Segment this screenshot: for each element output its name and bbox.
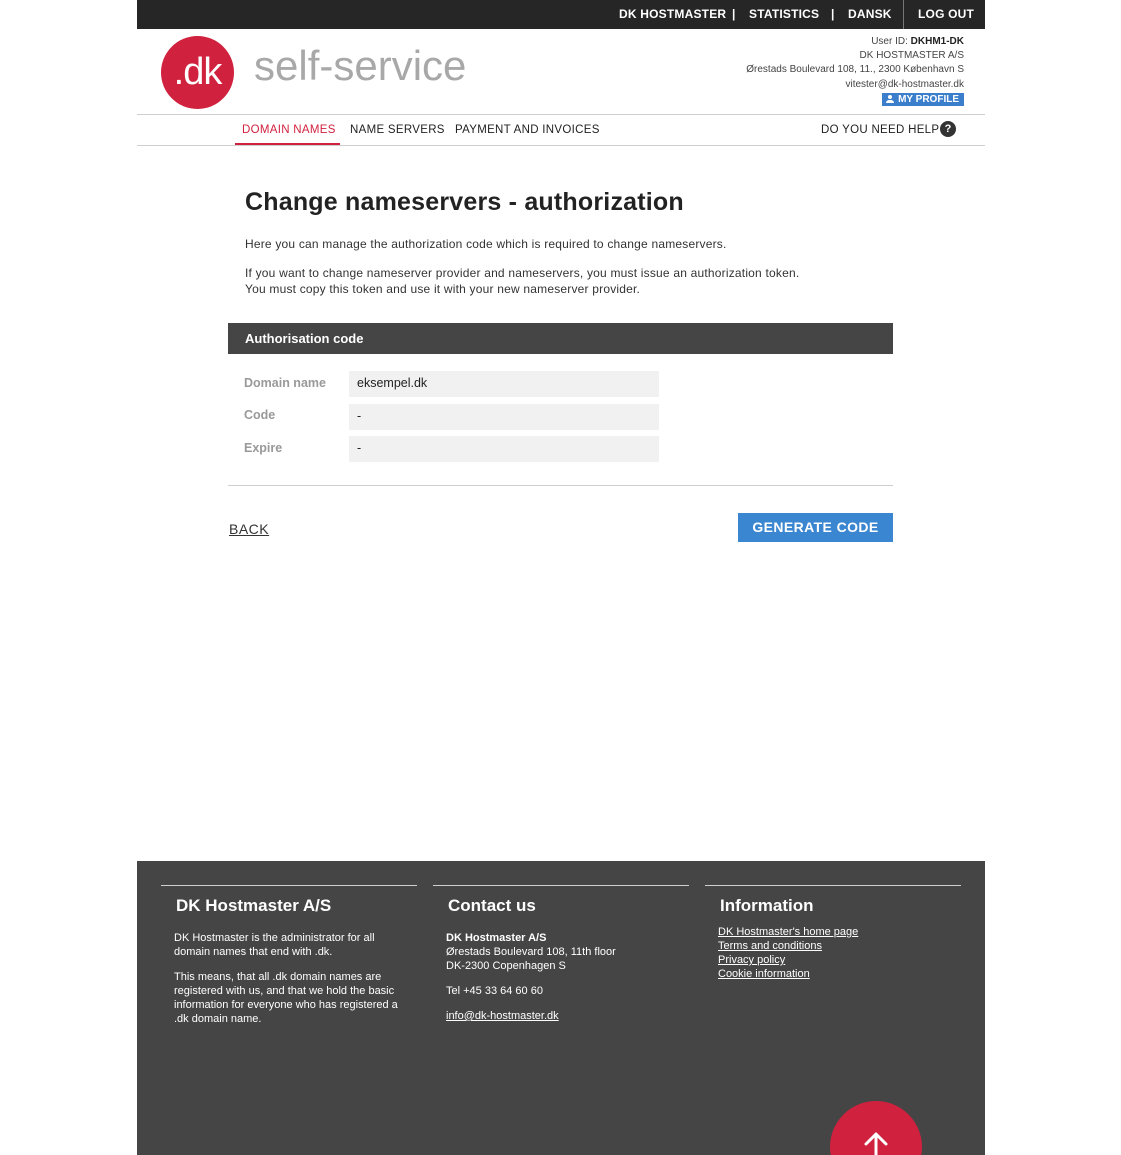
footer-col-information: Information DK Hostmaster's home page Te… [705, 885, 961, 981]
user-email: vitester@dk-hostmaster.dk [845, 78, 964, 90]
footer-street: Ørestads Boulevard 108, 11th floor [446, 946, 616, 958]
expire-label: Expire [244, 441, 283, 455]
dk-logo[interactable]: .dk [161, 36, 234, 109]
footer-email-link[interactable]: info@dk-hostmaster.dk [446, 1009, 681, 1023]
separator: | [831, 7, 835, 21]
footer-links: DK Hostmaster's home page Terms and cond… [718, 925, 953, 981]
auth-panel-header: Authorisation code [228, 323, 893, 354]
top-bar: DK HOSTMASTER | STATISTICS | DANSK LOG O… [137, 0, 985, 29]
footer-about-text: DK Hostmaster is the administrator for a… [174, 932, 375, 958]
user-id: DKHM1-DK [910, 36, 964, 47]
footer-city: DK-2300 Copenhagen S [446, 960, 566, 972]
nav-domain-names[interactable]: DOMAIN NAMES [242, 124, 336, 136]
footer-link-home[interactable]: DK Hostmaster's home page [718, 925, 953, 939]
my-profile-button[interactable]: MY PROFILE [882, 92, 964, 106]
logo-mark: .dk [173, 51, 223, 93]
footer-col-contact: Contact us DK Hostmaster A/S Ørestads Bo… [433, 885, 689, 1023]
footer-contact-title: Contact us [448, 896, 536, 915]
page-title: Change nameservers - authorization [245, 188, 684, 216]
domain-name-label: Domain name [244, 376, 326, 390]
nav-bottom-border [137, 145, 985, 146]
domain-name-value: eksempel.dk [349, 371, 659, 397]
footer-about-title: DK Hostmaster A/S [176, 896, 332, 915]
nav-top-border [137, 114, 985, 115]
logout-link[interactable]: LOG OUT [918, 7, 974, 21]
divider [228, 485, 893, 486]
footer-about-text: This means, that all .dk domain names ar… [174, 971, 398, 1025]
dk-hostmaster-link[interactable]: DK HOSTMASTER [619, 7, 726, 21]
nav-name-servers[interactable]: NAME SERVERS [350, 124, 445, 136]
intro-text: If you want to change nameserver provide… [245, 265, 799, 297]
separator: | [732, 7, 736, 21]
footer: DK Hostmaster A/S DK Hostmaster is the a… [137, 861, 985, 1155]
footer-phone: Tel +45 33 64 60 60 [446, 985, 543, 997]
footer-info-title: Information [720, 896, 814, 915]
user-info: User ID: DKHM1-DK DK HOSTMASTER A/S Øres… [746, 35, 964, 107]
code-label: Code [244, 408, 276, 422]
scroll-to-top-button[interactable] [830, 1101, 922, 1155]
back-link[interactable]: BACK [229, 521, 269, 537]
arrow-up-icon [864, 1132, 888, 1155]
company-name: DK HOSTMASTER A/S [859, 50, 964, 62]
help-icon[interactable]: ? [940, 121, 956, 137]
generate-code-button[interactable]: GENERATE CODE [738, 513, 893, 542]
statistics-link[interactable]: STATISTICS [749, 7, 819, 21]
topbar-divider [903, 0, 904, 29]
expire-value: - [349, 436, 659, 462]
code-value: - [349, 404, 659, 430]
intro-text: Here you can manage the authorization co… [245, 237, 727, 251]
footer-link-terms[interactable]: Terms and conditions [718, 939, 953, 953]
footer-link-cookies[interactable]: Cookie information [718, 967, 953, 981]
user-id-label: User ID: [871, 36, 908, 47]
footer-company: DK Hostmaster A/S [446, 932, 547, 944]
footer-link-privacy[interactable]: Privacy policy [718, 953, 953, 967]
page: DK HOSTMASTER | STATISTICS | DANSK LOG O… [137, 0, 985, 1155]
footer-col-about: DK Hostmaster A/S DK Hostmaster is the a… [161, 885, 417, 1026]
company-address: Ørestads Boulevard 108, 11., 2300 Københ… [746, 64, 964, 76]
nav-payment-invoices[interactable]: PAYMENT AND INVOICES [455, 124, 600, 136]
dansk-link[interactable]: DANSK [848, 7, 892, 21]
intro-line: You must copy this token and use it with… [245, 282, 641, 296]
footer-address: DK Hostmaster A/S Ørestads Boulevard 108… [446, 931, 681, 973]
intro-line: If you want to change nameserver provide… [245, 266, 800, 280]
user-icon [886, 94, 895, 103]
logo-text: self-service [254, 42, 467, 89]
nav-help[interactable]: DO YOU NEED HELP [821, 124, 939, 136]
my-profile-label: MY PROFILE [898, 93, 959, 105]
